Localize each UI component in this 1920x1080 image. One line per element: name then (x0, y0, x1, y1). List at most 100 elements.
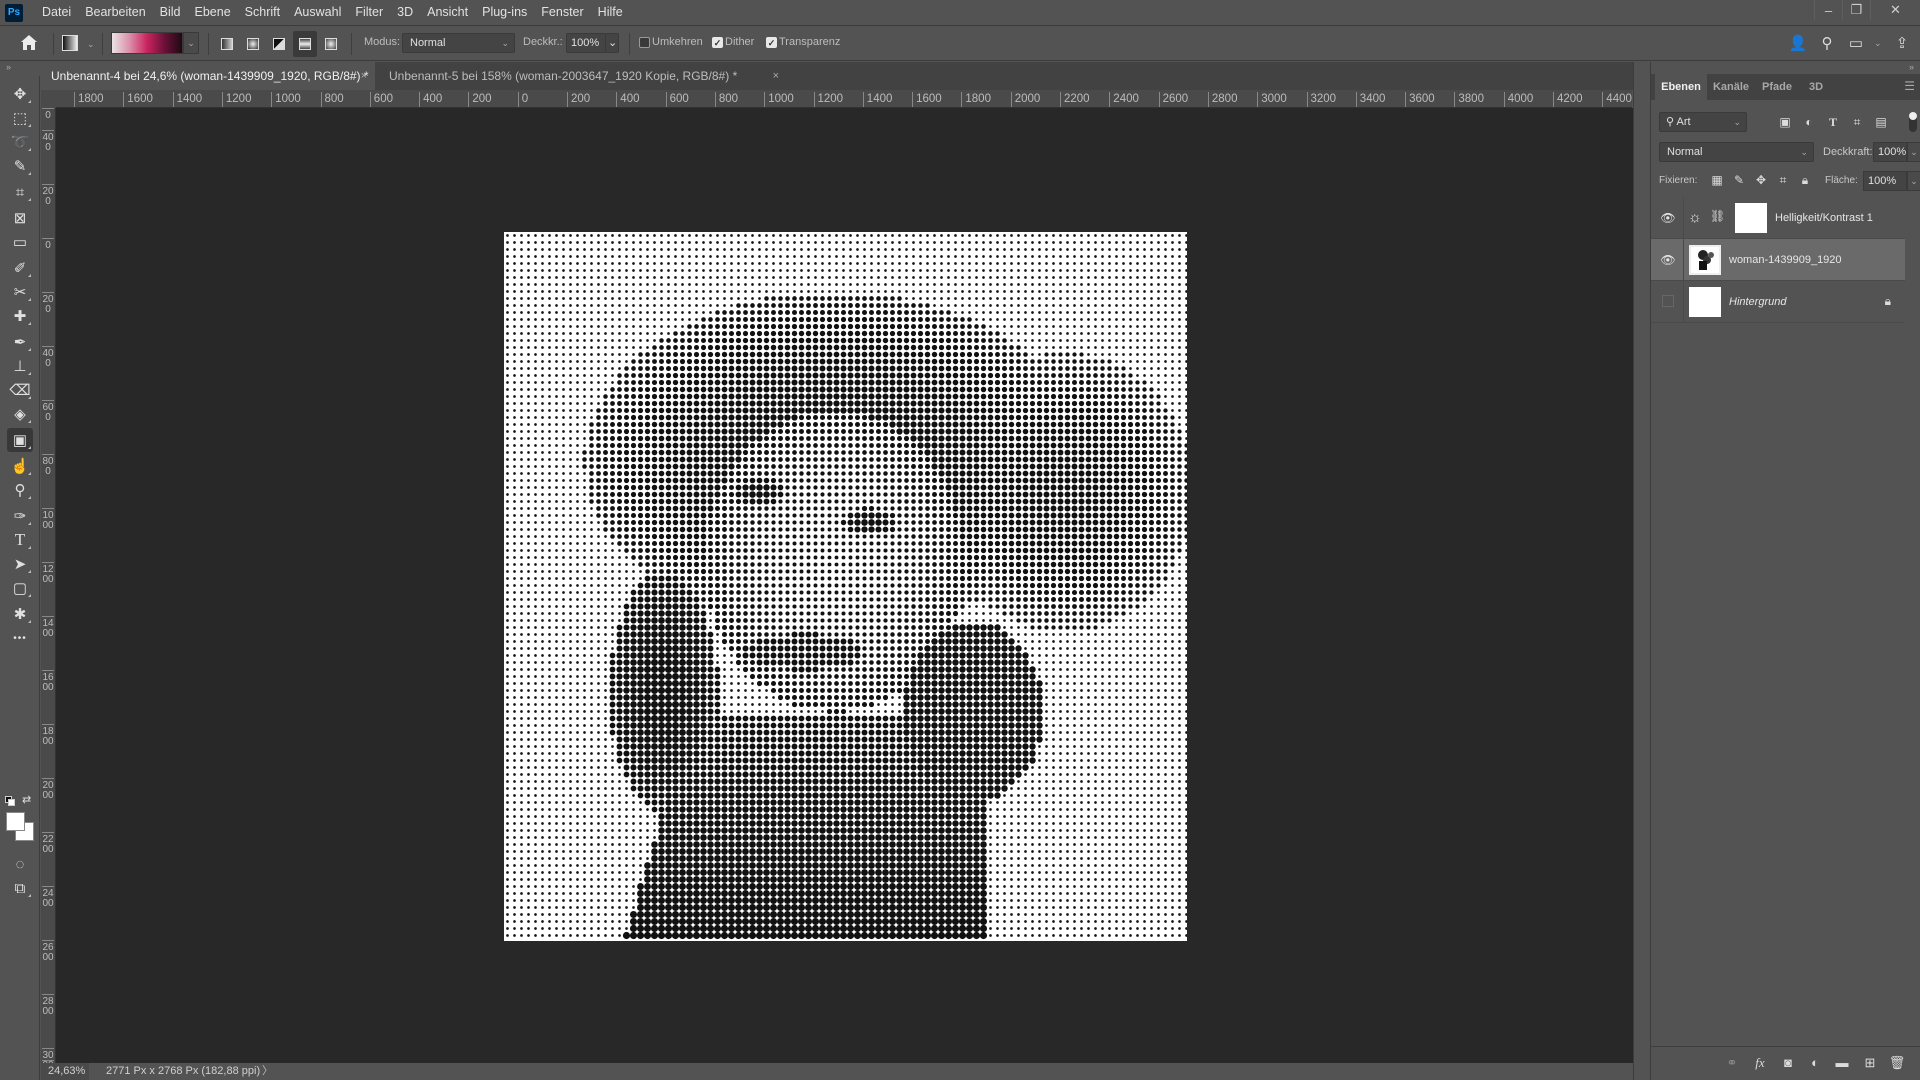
menu-item-3d[interactable]: 3D (390, 0, 420, 25)
type-tool[interactable]: T (7, 528, 33, 552)
lock-icon[interactable]: 🔒︎ (1885, 294, 1891, 309)
diamond-gradient-button[interactable] (320, 34, 342, 54)
canvas-area[interactable] (56, 108, 1633, 1063)
layer-row-brightness-contrast[interactable]: 👁︎ ☼ ⛓︎ Helligkeit/Kontrast 1 (1651, 197, 1905, 239)
edit-toolbar[interactable]: ••• (7, 626, 33, 650)
lock-image-pixels-icon[interactable]: ✎ (1731, 172, 1747, 188)
ruler-origin[interactable] (41, 90, 56, 108)
document-canvas[interactable] (504, 232, 1187, 941)
filter-type-icon[interactable]: T (1825, 114, 1841, 130)
status-menu-arrow[interactable]: 〉 (262, 1063, 273, 1080)
menu-item-auswahl[interactable]: Auswahl (287, 0, 348, 25)
lock-position-icon[interactable]: ✥ (1753, 172, 1769, 188)
eye-icon[interactable]: 👁︎ (1660, 253, 1676, 267)
tab-document-2[interactable]: Unbenannt-5 bei 158% (woman-2003647_1920… (379, 62, 787, 90)
link-icon[interactable]: ⛓︎ (1710, 209, 1725, 223)
custom-shape-tool[interactable]: ✱ (7, 602, 33, 626)
share-user-icon[interactable]: 👤 (1788, 34, 1808, 54)
tab-document-1[interactable]: Unbenannt-4 bei 24,6% (woman-1439909_192… (41, 62, 375, 90)
default-colors-icon[interactable] (5, 796, 15, 806)
rectangle-tool[interactable]: ▢ (7, 576, 33, 600)
layer-filter-select[interactable]: ⚲ Art ⌄ (1659, 112, 1747, 132)
filter-smartobject-icon[interactable]: ▤ (1873, 114, 1889, 130)
foreground-color-swatch[interactable] (6, 812, 25, 831)
visibility-toggle[interactable] (1662, 295, 1674, 307)
workspace-icon[interactable]: ▭ (1846, 34, 1866, 54)
angle-gradient-button[interactable] (268, 34, 290, 54)
blend-mode-select[interactable]: Normal ⌄ (1659, 142, 1814, 162)
close-tab-icon[interactable]: × (773, 62, 779, 90)
crop-tool[interactable]: ⌗ (7, 180, 33, 204)
close-tab-icon[interactable]: × (361, 62, 367, 90)
tab-ebenen[interactable]: Ebenen (1655, 74, 1707, 100)
quick-selection-tool[interactable]: ✎ (7, 154, 33, 178)
lock-transparent-pixels-icon[interactable]: ▦ (1709, 172, 1725, 188)
layer-opacity-input[interactable]: 100% (1873, 142, 1907, 162)
share-icon[interactable]: ⇪ (1892, 34, 1912, 54)
menu-item-bearbeiten[interactable]: Bearbeiten (78, 0, 152, 25)
content-aware-move-tool[interactable]: ✂ (7, 280, 33, 304)
gradient-editor-swatch[interactable] (111, 32, 183, 54)
group-icon[interactable]: ▬ (1833, 1055, 1851, 1071)
brush-tool[interactable]: ✒ (7, 330, 33, 354)
menu-item-hilfe[interactable]: Hilfe (591, 0, 630, 25)
photoshop-logo[interactable]: Ps (5, 3, 23, 22)
add-mask-icon[interactable]: ◙ (1779, 1055, 1797, 1071)
tab-3d[interactable]: 3D (1801, 74, 1831, 100)
layer-opacity-dropdown[interactable]: ⌄ (1907, 142, 1920, 162)
menu-item-plug-ins[interactable]: Plug-ins (475, 0, 534, 25)
layer-mask-thumbnail[interactable] (1735, 203, 1767, 233)
close-button[interactable]: ✕ (1870, 0, 1920, 20)
healing-brush-tool[interactable]: ✚ (7, 304, 33, 328)
eye-icon[interactable]: 👁︎ (1660, 211, 1676, 225)
menu-item-filter[interactable]: Filter (348, 0, 390, 25)
gradient-tool[interactable]: ▣ (7, 428, 33, 452)
restore-button[interactable]: ❐ (1842, 0, 1870, 20)
minimize-button[interactable]: – (1814, 0, 1842, 20)
smudge-tool[interactable]: ☝ (7, 454, 33, 478)
filter-toggle[interactable] (1909, 112, 1917, 132)
screen-mode[interactable]: ⧉ (7, 876, 33, 900)
tab-kanaele[interactable]: Kanäle (1709, 74, 1753, 100)
search-icon[interactable]: ⚲ (1817, 34, 1837, 54)
pen-tool[interactable]: ✑ (7, 504, 33, 528)
tab-pfade[interactable]: Pfade (1755, 74, 1799, 100)
reverse-checkbox[interactable] (639, 37, 650, 48)
swap-colors-icon[interactable]: ⇄ (22, 793, 31, 806)
menu-item-bild[interactable]: Bild (153, 0, 188, 25)
vertical-ruler[interactable]: 0 400 200 0 200 400 600 800 1000 1200 1400 1600 1800… (41, 108, 56, 1063)
panel-menu-icon[interactable]: ☰ (1904, 79, 1915, 93)
toolbar-collapse-icon[interactable]: » (0, 62, 40, 76)
menu-item-ebene[interactable]: Ebene (188, 0, 238, 25)
lasso-tool[interactable]: ➰ (7, 130, 33, 154)
rectangular-marquee-tool[interactable]: ⬚ (7, 106, 33, 130)
opacity-dropdown[interactable]: ⌄ (605, 33, 619, 53)
new-layer-icon[interactable]: ⊞ (1861, 1055, 1879, 1071)
fill-dropdown[interactable]: ⌄ (1907, 171, 1920, 191)
frame-tool[interactable]: ⊠ (7, 206, 33, 230)
quick-mask-mode[interactable]: ◌ (7, 852, 33, 876)
gradient-dropdown[interactable]: ⌄ (183, 32, 199, 54)
delete-icon[interactable]: 🗑︎ (1888, 1055, 1906, 1071)
adjustment-layer-icon[interactable]: ◐ (1806, 1055, 1824, 1071)
chevron-down-icon[interactable]: ⌄ (1874, 38, 1882, 49)
home-icon[interactable] (18, 32, 40, 54)
move-tool[interactable]: ✥ (7, 82, 33, 106)
path-selection-tool[interactable]: ➤ (7, 552, 33, 576)
chevron-down-icon[interactable]: ⌄ (87, 39, 95, 50)
mode-select[interactable]: Normal ⌄ (402, 33, 515, 53)
gradient-preset-picker[interactable] (62, 35, 78, 51)
menu-item-ansicht[interactable]: Ansicht (420, 0, 475, 25)
paint-bucket-tool[interactable]: ◈ (7, 402, 33, 426)
layer-thumbnail[interactable] (1689, 245, 1721, 275)
fx-icon[interactable]: fx (1751, 1055, 1769, 1071)
linear-gradient-button[interactable] (216, 34, 238, 54)
dodge-tool[interactable]: ⚲ (7, 478, 33, 502)
layer-thumbnail[interactable] (1689, 287, 1721, 317)
filter-pixel-icon[interactable]: ▣ (1777, 114, 1793, 130)
fill-input[interactable]: 100% (1863, 171, 1907, 191)
filter-adjustment-icon[interactable]: ◐ (1801, 114, 1817, 130)
filter-shape-icon[interactable]: ⌗ (1849, 114, 1865, 130)
dither-checkbox[interactable]: ✓ (712, 37, 723, 48)
transparency-checkbox[interactable]: ✓ (766, 37, 777, 48)
